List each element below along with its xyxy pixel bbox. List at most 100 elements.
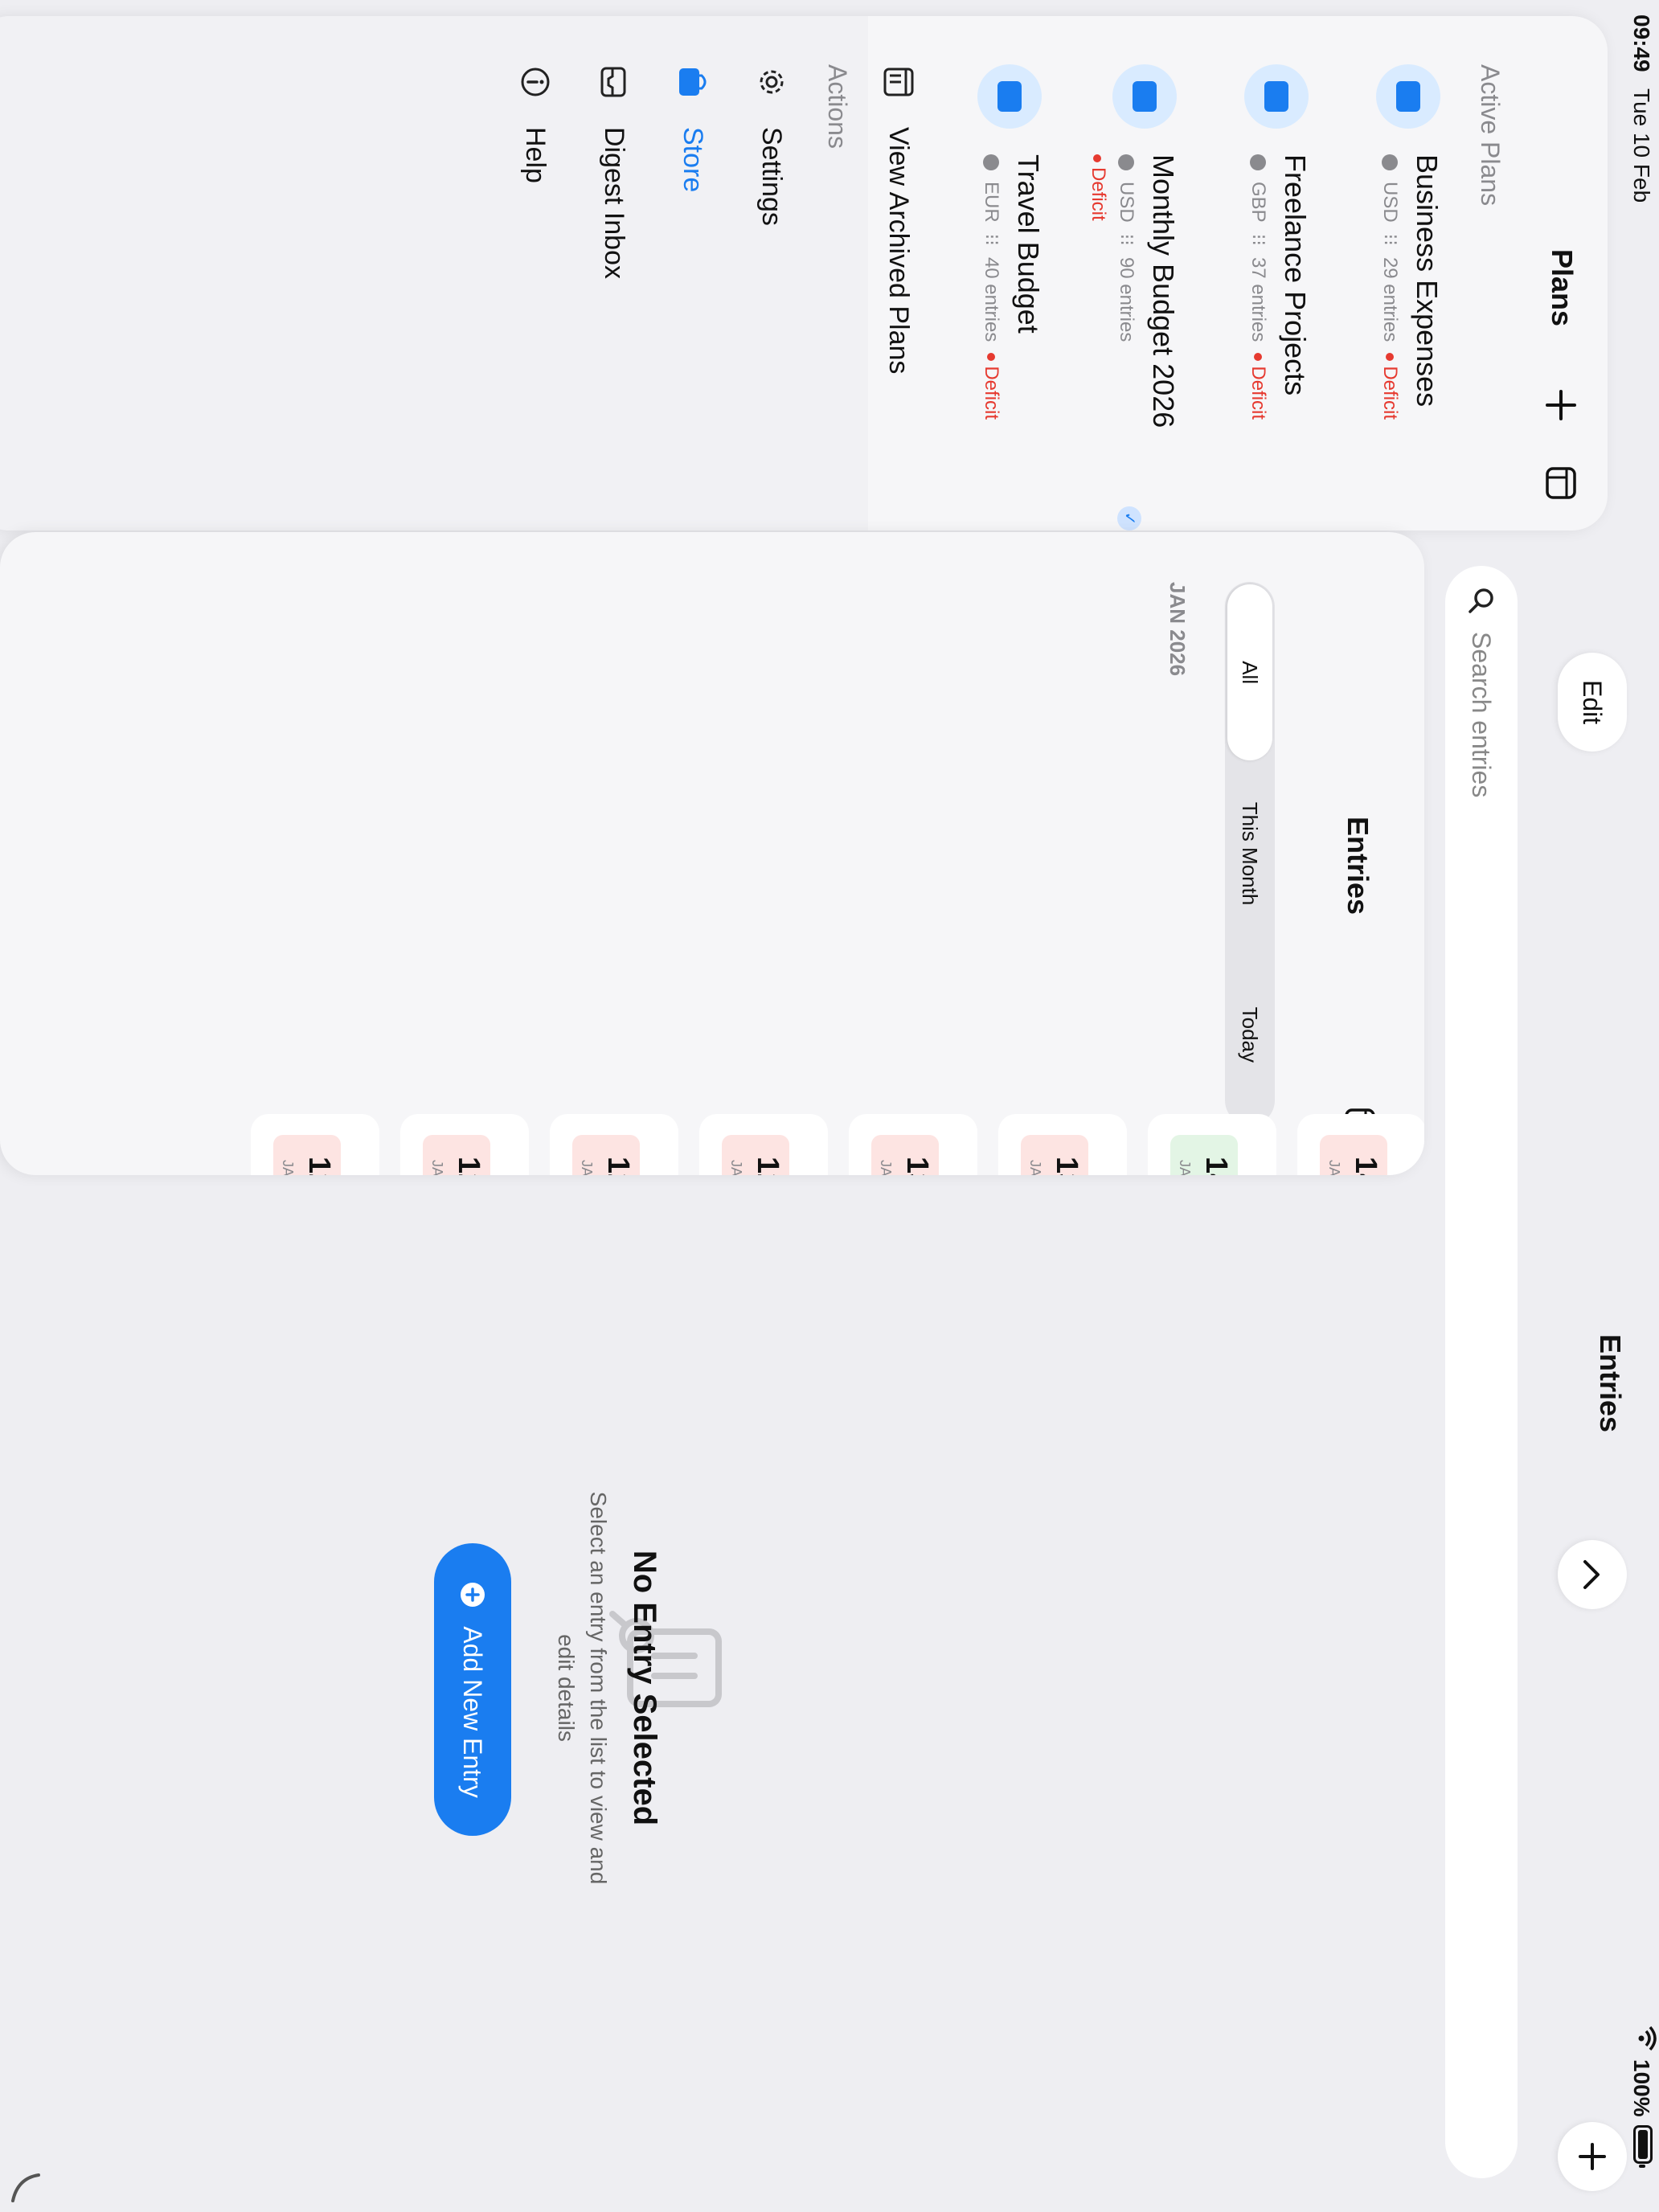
entry-date: 14 JAN: [1170, 1135, 1238, 1175]
entry-date: 12 JAN: [572, 1135, 640, 1175]
entry-card-amazon-online-2[interactable]: 14JANAmazon online shoppingUS$475.30: [1297, 1114, 1424, 1175]
sidebar-icon: [1546, 467, 1576, 499]
loading-indicator-icon: [4, 2170, 43, 2206]
chart-icon: [1244, 64, 1309, 129]
plan-name: Business Expenses: [1411, 154, 1444, 408]
edit-button[interactable]: Edit: [1558, 653, 1627, 752]
collapse-button[interactable]: [1558, 1540, 1627, 1609]
plan-name: Freelance Projects: [1279, 154, 1312, 396]
entry-month: JAN: [1326, 1159, 1342, 1175]
archive-icon: [881, 64, 916, 100]
plan-currency: USD: [1116, 182, 1138, 223]
entry-card-starbucks-coffee[interactable]: 13JANStarbucks coffeeUS$197.27: [998, 1114, 1127, 1175]
plan-item-business-expenses[interactable]: Business Expenses USD ⁝⁝ 29 entries Deficit: [1358, 64, 1447, 498]
store-button[interactable]: Store: [669, 64, 717, 192]
empty-state-subtitle-line-1: Select an entry from the list to view an…: [586, 1491, 611, 1885]
add-new-entry-button[interactable]: Add New Entry: [434, 1543, 511, 1836]
entry-date: 12 JAN: [273, 1135, 341, 1175]
plan-meta: EUR ⁝⁝ 40 entries Deficit: [980, 154, 1003, 420]
screen: 09:49 Tue 10 Feb 100% Edit Entries Searc…: [0, 0, 1659, 2212]
list-icon: ⁝⁝: [1247, 233, 1269, 246]
plan-name: Travel Budget: [1012, 154, 1045, 334]
add-plan-button[interactable]: [1541, 389, 1577, 421]
filter-this-month[interactable]: This Month: [1227, 765, 1272, 941]
status-date: Tue 10 Feb: [1629, 88, 1654, 203]
plan-item-freelance-projects[interactable]: Freelance Projects GBP ⁝⁝ 37 entries Defici…: [1227, 64, 1315, 498]
entry-card-grocery-shopping[interactable]: 12JANGrocery shopping...US$378.21Healthc…: [400, 1114, 529, 1175]
entry-date: 12 JAN: [722, 1135, 789, 1175]
entry-card-movie-tickets-1[interactable]: 12JANMovie ticketsUS$388.12Groceries: [251, 1114, 379, 1175]
plan-status: Deficit: [981, 353, 1003, 420]
plans-panel: Plans Active Plans Business Expenses USD…: [0, 16, 1608, 530]
add-button[interactable]: [1558, 2122, 1627, 2191]
chart-icon: [1376, 64, 1440, 129]
entry-month: JAN: [280, 1159, 296, 1175]
status-time: 09:49: [1629, 14, 1654, 72]
entry-date: 13 JAN: [871, 1135, 939, 1175]
coin-icon: [1118, 154, 1135, 170]
filter-today[interactable]: Today: [1227, 947, 1272, 1123]
entry-card-amazon-online-1[interactable]: 14JANAmazon online shop...US$278.13Utili…: [1148, 1114, 1276, 1175]
search-input[interactable]: Search entries: [1445, 566, 1518, 2178]
entry-day: 14: [1349, 1156, 1382, 1175]
filter-all[interactable]: All: [1227, 584, 1272, 761]
plan-meta: USD ⁝⁝ 90 entries: [1115, 154, 1138, 342]
help-button[interactable]: Help: [511, 64, 559, 183]
empty-state-title: No Entry Selected: [627, 1550, 662, 1826]
chart-icon: [1112, 64, 1177, 129]
coin-icon: [1250, 154, 1267, 170]
entry-month: JAN: [878, 1159, 894, 1175]
add-new-entry-label: Add New Entry: [458, 1626, 488, 1798]
list-icon: ⁝⁝: [1116, 233, 1137, 246]
entry-day: 12: [302, 1156, 336, 1175]
battery-icon: [1633, 2125, 1653, 2164]
plan-meta: GBP ⁝⁝ 37 entries Deficit: [1247, 154, 1270, 420]
info-icon: [518, 64, 553, 100]
digest-inbox-button[interactable]: Digest Inbox: [590, 64, 638, 279]
entries-top-title: Entries: [1594, 1334, 1627, 1433]
entry-card-electric-bill[interactable]: 12JANElectric bill paymentUS$223.33: [699, 1114, 828, 1175]
entry-day: 12: [452, 1156, 485, 1175]
entry-card-movie-tickets-2[interactable]: 13JANMovie ticketsUS$330.27Utilities: [849, 1114, 977, 1175]
entry-card-gas-station[interactable]: 12JANGas stationUS$433.75Healthcare: [550, 1114, 678, 1175]
entry-date: 13 JAN: [1021, 1135, 1088, 1175]
inbox-icon: [596, 64, 632, 100]
actions-section: Actions Settings Store Digest Inbox Help: [0, 16, 868, 530]
month-header: JAN 2026: [1165, 582, 1190, 677]
list-icon: ⁝⁝: [981, 233, 1002, 246]
entries-panel: Entries All This Month Today JAN 2026 12…: [0, 532, 1424, 1175]
settings-button[interactable]: Settings: [748, 64, 796, 226]
list-icon: ⁝⁝: [1379, 233, 1401, 246]
plan-currency: GBP: [1247, 182, 1270, 223]
search-placeholder: Search entries: [1467, 632, 1497, 798]
entry-month: JAN: [579, 1159, 595, 1175]
checkmark-icon: ✓: [1117, 506, 1141, 530]
entry-month: JAN: [429, 1159, 445, 1175]
digest-inbox-label: Digest Inbox: [599, 127, 630, 279]
plan-entry-count: 29 entries: [1379, 256, 1402, 342]
settings-label: Settings: [756, 127, 788, 226]
entry-day: 14: [1199, 1156, 1233, 1175]
entry-day: 13: [900, 1156, 934, 1175]
plan-item-travel-budget[interactable]: Travel Budget EUR ⁝⁝ 40 entries Deficit: [960, 64, 1048, 498]
actions-label: Actions: [823, 64, 852, 149]
plan-item-monthly-budget[interactable]: Monthly Budget 2026 USD ⁝⁝ 90 entries Defi…: [1071, 64, 1183, 530]
gear-icon: [754, 64, 789, 100]
view-archived-plans-button[interactable]: View Archived Plans: [875, 64, 923, 374]
sidebar-toggle-button[interactable]: [1541, 466, 1577, 500]
plan-status: Deficit: [1379, 353, 1402, 420]
plan-currency: USD: [1379, 182, 1402, 223]
entry-date: 14 JAN: [1320, 1135, 1387, 1175]
entry-date: 12 JAN: [423, 1135, 490, 1175]
active-plans-label: Active Plans: [1476, 64, 1505, 207]
plan-status: Deficit: [1087, 154, 1109, 221]
entries-panel-title: Entries: [1342, 817, 1374, 916]
entry-month: JAN: [1177, 1159, 1193, 1175]
store-label: Store: [678, 127, 709, 193]
plan-currency: EUR: [981, 182, 1003, 223]
chart-icon: [977, 64, 1042, 129]
plus-icon: [1546, 390, 1576, 420]
filter-segmented-control[interactable]: All This Month Today: [1225, 582, 1275, 1125]
help-label: Help: [520, 127, 551, 183]
entry-day: 13: [1050, 1156, 1083, 1175]
